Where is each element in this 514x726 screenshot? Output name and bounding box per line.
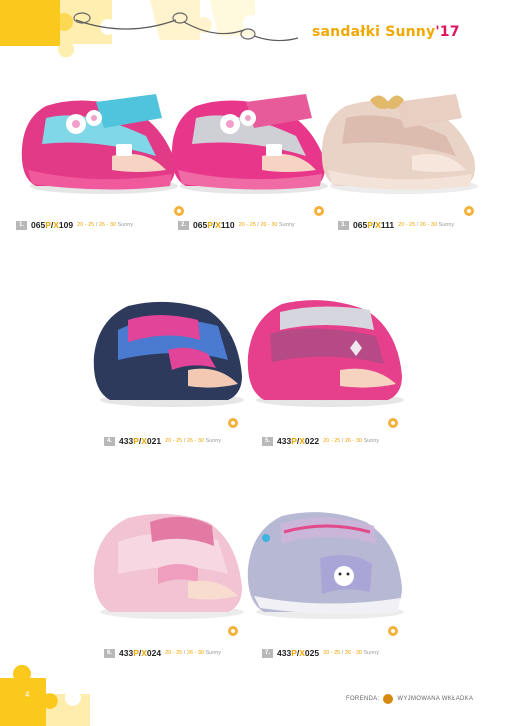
product-code: 433P/X025 xyxy=(277,648,320,658)
product-sizes: 20 - 25 / 26 - 30 Sunny xyxy=(323,438,380,444)
catalog-title-text: sandałki Sunny xyxy=(312,24,436,40)
product-card[interactable]: 2. 065P/X110 20 - 25 / 26 - 30 Sunny xyxy=(166,78,332,230)
product-card[interactable]: 4. 433P/X021 20 - 25 / 26 - 30 Sunny xyxy=(88,290,258,450)
insole-icon xyxy=(228,626,238,636)
product-code: 433P/X022 xyxy=(277,436,320,446)
product-index: 3. xyxy=(338,220,349,230)
hanger-string-icon xyxy=(73,12,299,42)
sandal-image xyxy=(247,300,404,407)
product-card[interactable]: 1. 065P/X109 20 - 25 / 26 - 30 Sunny xyxy=(16,78,184,230)
product-card[interactable]: 6. 433P/X024 20 - 25 / 26 - 30 Sunny xyxy=(88,502,258,662)
insole-icon xyxy=(388,626,398,636)
sandal-image xyxy=(93,513,244,619)
product-label: 7. 433P/X025 20 - 25 / 26 - 30 Sunny xyxy=(262,648,379,658)
page-number: 4 xyxy=(25,690,30,699)
product-label: 5. 433P/X022 20 - 25 / 26 - 30 Sunny xyxy=(262,436,379,446)
insole-legend-icon xyxy=(383,694,394,704)
insole-icon xyxy=(228,418,238,428)
product-label: 3. 065P/X111 20 - 25 / 26 - 30 Sunny xyxy=(338,220,454,230)
product-sizes: 20 - 25 / 26 - 30 Sunny xyxy=(238,222,295,228)
product-code: 065P/X111 xyxy=(353,220,395,230)
sandal-image xyxy=(21,94,178,194)
catalog-title: sandałki Sunny'17 xyxy=(312,24,460,40)
product-sizes: 20 - 25 / 26 - 30 Sunny xyxy=(165,650,222,656)
product-index: 5. xyxy=(262,436,273,446)
sandal-image xyxy=(93,301,244,407)
puzzle-decoration-bottom-left xyxy=(0,664,90,726)
product-label: 2. 065P/X110 20 - 25 / 26 - 30 Sunny xyxy=(178,220,295,230)
legend-text: WYJMOWANA WKŁADKA xyxy=(397,696,474,702)
catalog-title-year: '17 xyxy=(435,24,460,40)
product-sizes: 20 - 25 / 26 - 30 Sunny xyxy=(77,222,134,228)
product-sizes: 20 - 25 / 26 - 30 Sunny xyxy=(398,222,455,228)
product-label: 6. 433P/X024 20 - 25 / 26 - 30 Sunny xyxy=(104,648,221,658)
sandal-image xyxy=(247,512,404,619)
product-label: 1. 065P/X109 20 - 25 / 26 - 30 Sunny xyxy=(16,220,133,230)
footer-legend: FORENDA: WYJMOWANA WKŁADKA xyxy=(346,694,473,704)
product-card[interactable]: 5. 433P/X022 20 - 25 / 26 - 30 Sunny xyxy=(240,290,420,450)
product-label: 4. 433P/X021 20 - 25 / 26 - 30 Sunny xyxy=(104,436,221,446)
product-sizes: 20 - 25 / 26 - 30 Sunny xyxy=(323,650,380,656)
product-card[interactable]: 7. 433P/X025 20 - 25 / 26 - 30 Sunny xyxy=(240,502,420,662)
product-index: 6. xyxy=(104,648,115,658)
sandal-image xyxy=(321,94,478,194)
product-index: 2. xyxy=(178,220,189,230)
product-sizes: 20 - 25 / 26 - 30 Sunny xyxy=(165,438,222,444)
product-index: 1. xyxy=(16,220,27,230)
product-code: 433P/X024 xyxy=(119,648,162,658)
sandal-image xyxy=(171,94,328,194)
product-code: 065P/X109 xyxy=(31,220,74,230)
product-code: 065P/X110 xyxy=(193,220,235,230)
legend-label: FORENDA: xyxy=(346,696,380,702)
product-index: 4. xyxy=(104,436,115,446)
insole-icon xyxy=(388,418,398,428)
insole-icon xyxy=(464,206,474,216)
product-card[interactable]: 3. 065P/X111 20 - 25 / 26 - 30 Sunny xyxy=(316,78,486,230)
product-code: 433P/X021 xyxy=(119,436,162,446)
product-index: 7. xyxy=(262,648,273,658)
